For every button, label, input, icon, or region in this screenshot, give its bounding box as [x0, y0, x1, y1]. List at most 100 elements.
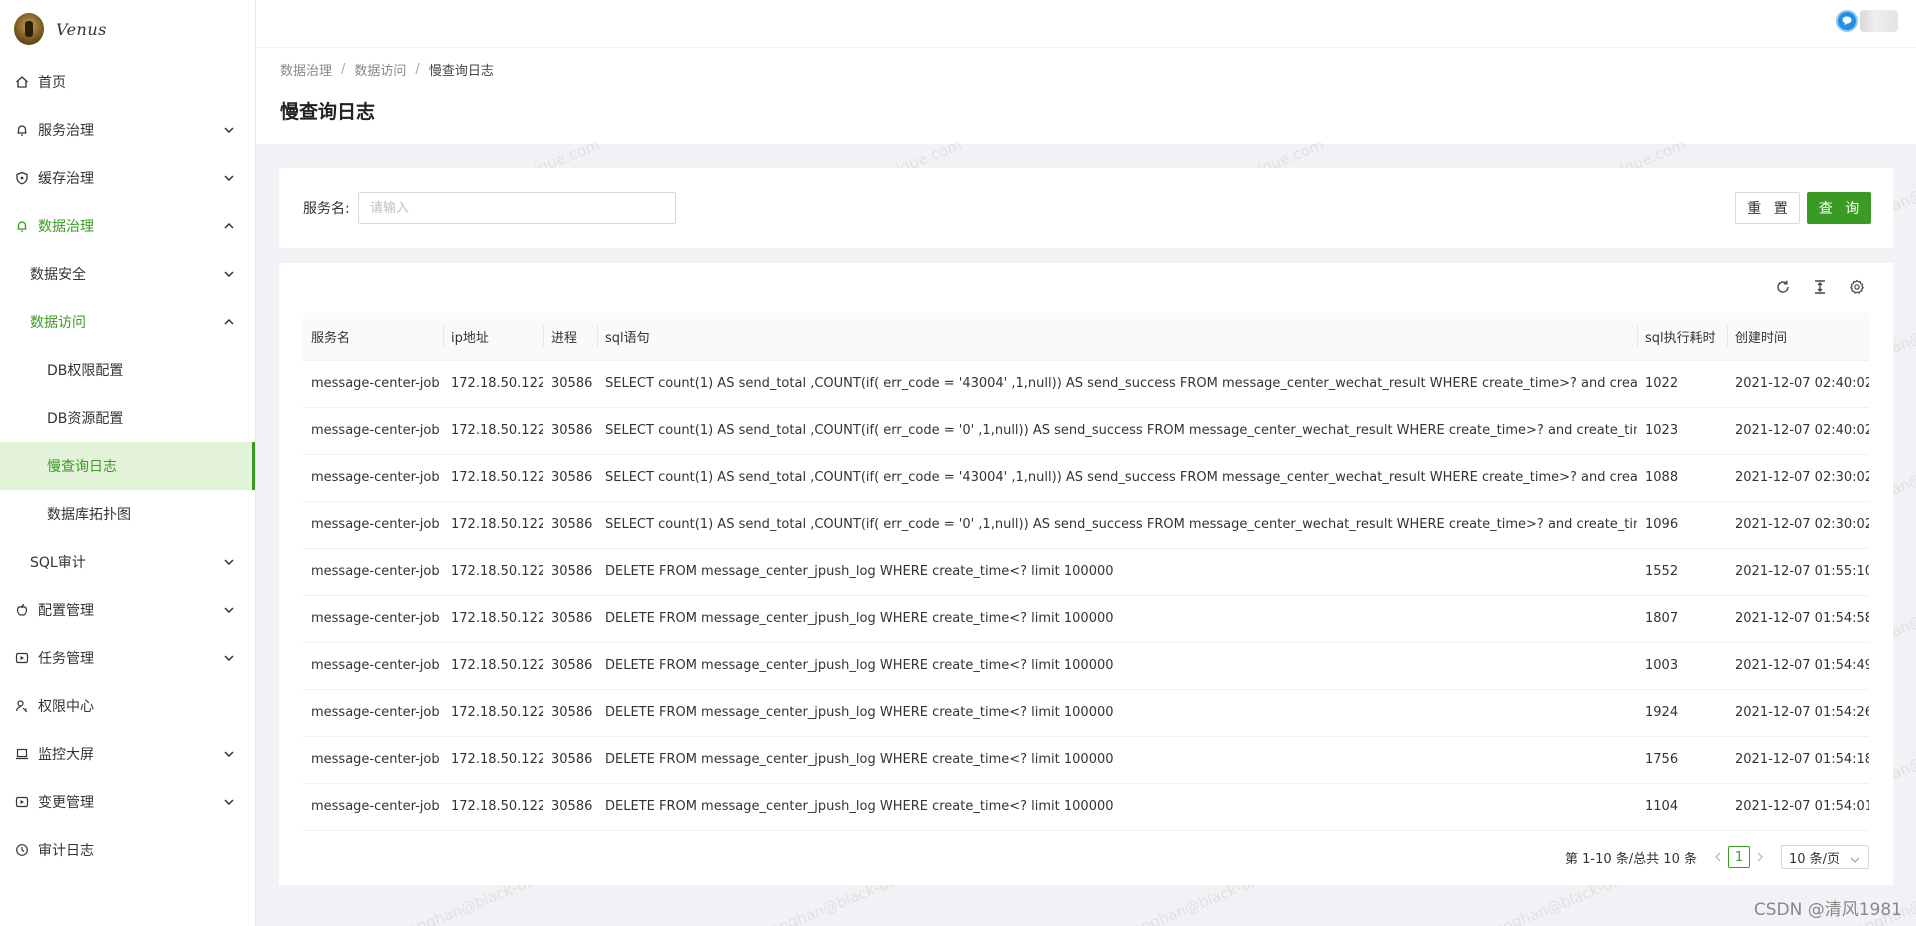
cell-duration: 1924	[1637, 689, 1727, 737]
service-name-input[interactable]	[358, 192, 676, 224]
column-header-process[interactable]: 进程	[543, 313, 597, 361]
user-avatar[interactable]	[1836, 10, 1898, 32]
next-page-icon[interactable]	[1753, 846, 1767, 868]
chevron-down-icon	[223, 172, 235, 184]
breadcrumb-item[interactable]: 数据访问	[354, 60, 406, 79]
cell-ip: 172.18.50.122	[443, 407, 543, 455]
sidebar-item-label: 变更管理	[38, 795, 94, 811]
sidebar-item-task-management[interactable]: 任务管理	[0, 634, 255, 682]
cell-ip: 172.18.50.122	[443, 736, 543, 784]
query-button[interactable]: 查 询	[1807, 192, 1871, 224]
column-header-ip[interactable]: ip地址	[443, 313, 543, 361]
cell-process: 30586	[543, 407, 597, 455]
cell-sql: DELETE FROM message_center_jpush_log WHE…	[597, 642, 1637, 690]
logo[interactable]: Venus	[0, 0, 255, 58]
table-row[interactable]: message-center-job 172.18.50.122 30586 DELE…	[303, 689, 1869, 737]
breadcrumb-item[interactable]: 数据治理	[280, 60, 332, 79]
reset-button[interactable]: 重 置	[1735, 192, 1800, 224]
sidebar-item-label: 数据治理	[38, 219, 94, 235]
cell-process: 30586	[543, 595, 597, 643]
column-height-icon[interactable]	[1810, 277, 1830, 297]
cell-service-name: message-center-job	[303, 642, 443, 690]
cell-duration: 1096	[1637, 501, 1727, 549]
sidebar-item-db-permission-config[interactable]: DB权限配置	[0, 346, 255, 394]
table-body: message-center-job 172.18.50.122 30586 SELE…	[303, 360, 1869, 831]
sidebar-item-label: 权限中心	[38, 699, 94, 715]
cell-process: 30586	[543, 454, 597, 502]
column-header-created-time[interactable]: 创建时间	[1727, 313, 1869, 361]
column-header-duration[interactable]: sql执行耗时	[1637, 313, 1727, 361]
sidebar-item-cache-governance[interactable]: 缓存治理	[0, 154, 255, 202]
chevron-down-icon	[223, 556, 235, 568]
sidebar-item-label: 监控大屏	[38, 747, 94, 763]
cell-service-name: message-center-job	[303, 454, 443, 502]
cell-duration: 1023	[1637, 407, 1727, 455]
sidebar-item-monitor-screen[interactable]: 监控大屏	[0, 730, 255, 778]
chevron-down-icon	[223, 268, 235, 280]
column-header-service-name[interactable]: 服务名	[303, 313, 443, 361]
sidebar-item-data-access[interactable]: 数据访问	[0, 298, 255, 346]
cell-duration: 1552	[1637, 548, 1727, 596]
logo-text: Venus	[56, 19, 107, 39]
cell-sql: DELETE FROM message_center_jpush_log WHE…	[597, 783, 1637, 831]
cell-created-time: 2021-12-07 01:54:26	[1727, 689, 1869, 737]
prev-page-icon[interactable]	[1711, 846, 1725, 868]
sidebar-item-data-governance[interactable]: 数据治理	[0, 202, 255, 250]
settings-icon[interactable]	[1847, 277, 1867, 297]
chevron-up-icon	[223, 220, 235, 232]
cell-process: 30586	[543, 736, 597, 784]
cell-duration: 1807	[1637, 595, 1727, 643]
sidebar-item-permission-center[interactable]: 权限中心	[0, 682, 255, 730]
service-name-label: 服务名:	[303, 201, 350, 217]
table-row[interactable]: message-center-job 172.18.50.122 30586 DELE…	[303, 595, 1869, 643]
sidebar-item-db-resource-config[interactable]: DB资源配置	[0, 394, 255, 442]
sidebar-item-label: 服务治理	[38, 123, 94, 139]
sidebar-item-data-security[interactable]: 数据安全	[0, 250, 255, 298]
page-number-current[interactable]: 1	[1728, 846, 1750, 868]
sidebar-item-label: DB权限配置	[47, 363, 124, 379]
cell-duration: 1022	[1637, 360, 1727, 408]
column-header-sql[interactable]: sql语句	[597, 313, 1637, 361]
sidebar-item-audit-log[interactable]: 审计日志	[0, 826, 255, 874]
sidebar-item-sql-audit[interactable]: SQL审计	[0, 538, 255, 586]
chevron-down-icon	[223, 748, 235, 760]
chevron-down-icon	[223, 652, 235, 664]
chat-bubble-icon	[1836, 10, 1858, 32]
reload-icon[interactable]	[1773, 277, 1793, 297]
shield-icon	[14, 170, 30, 186]
sidebar-item-db-topology[interactable]: 数据库拓扑图	[0, 490, 255, 538]
cell-service-name: message-center-job	[303, 736, 443, 784]
table-row[interactable]: message-center-job 172.18.50.122 30586 DELE…	[303, 548, 1869, 596]
cell-process: 30586	[543, 548, 597, 596]
play-icon	[14, 794, 30, 810]
sidebar-item-service-governance[interactable]: 服务治理	[0, 106, 255, 154]
table-row[interactable]: message-center-job 172.18.50.122 30586 SELE…	[303, 407, 1869, 455]
cell-sql: SELECT count(1) AS send_total ,COUNT(if(…	[597, 360, 1637, 408]
cell-duration: 1003	[1637, 642, 1727, 690]
sidebar-item-change-management[interactable]: 变更管理	[0, 778, 255, 826]
slow-query-table-card: 服务名 ip地址 进程 sql语句 sql执行耗时 创建时间 message-c…	[279, 263, 1893, 885]
pagination-total: 第 1-10 条/总共 10 条	[1565, 851, 1697, 867]
bell-icon	[14, 218, 30, 234]
table-row[interactable]: message-center-job 172.18.50.122 30586 DELE…	[303, 736, 1869, 784]
chevron-down-icon	[223, 796, 235, 808]
table-row[interactable]: message-center-job 172.18.50.122 30586 SELE…	[303, 501, 1869, 549]
home-icon	[14, 74, 30, 90]
cell-duration: 1756	[1637, 736, 1727, 784]
sidebar-item-label: 配置管理	[38, 603, 94, 619]
bell-icon	[14, 122, 30, 138]
page-size-select[interactable]: 10 条/页	[1781, 845, 1869, 869]
sidebar-item-config-management[interactable]: 配置管理	[0, 586, 255, 634]
cell-created-time: 2021-12-07 02:40:02	[1727, 407, 1869, 455]
table-row[interactable]: message-center-job 172.18.50.122 30586 SELE…	[303, 360, 1869, 408]
sidebar-item-slow-query-log[interactable]: 慢查询日志	[0, 442, 255, 490]
cell-ip: 172.18.50.122	[443, 783, 543, 831]
table-header-row: 服务名 ip地址 进程 sql语句 sql执行耗时 创建时间	[303, 313, 1869, 361]
sidebar-item-home[interactable]: 首页	[0, 58, 255, 106]
table-row[interactable]: message-center-job 172.18.50.122 30586 DELE…	[303, 642, 1869, 690]
cell-sql: SELECT count(1) AS send_total ,COUNT(if(…	[597, 454, 1637, 502]
pagination: 第 1-10 条/总共 10 条 1 10 条/页	[1565, 845, 1869, 869]
table-row[interactable]: message-center-job 172.18.50.122 30586 DELE…	[303, 783, 1869, 831]
table-row[interactable]: message-center-job 172.18.50.122 30586 SELE…	[303, 454, 1869, 502]
apple-icon	[14, 602, 30, 618]
